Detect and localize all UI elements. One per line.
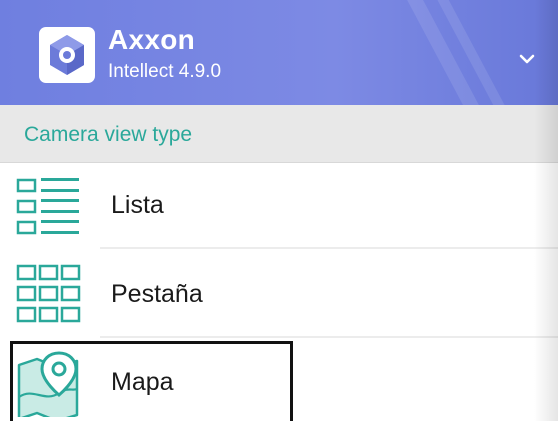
section-header: Camera view type: [0, 105, 558, 163]
row-divider: [100, 247, 558, 249]
view-type-label: Pestaña: [111, 280, 203, 308]
chevron-down-icon[interactable]: [514, 46, 540, 72]
view-type-label: Mapa: [111, 368, 174, 396]
camera-view-type-drawer: Axxon Intellect 4.9.0 Camera view type L…: [0, 0, 558, 421]
view-type-item-pestana[interactable]: Pestaña: [0, 252, 558, 338]
list-icon: [15, 174, 83, 240]
map-pin-icon: [15, 351, 83, 421]
row-divider: [100, 336, 558, 338]
brand-name: Axxon: [108, 24, 196, 55]
section-label: Camera view type: [24, 123, 193, 146]
axxon-logo-icon: [39, 27, 95, 83]
brand-version: Intellect 4.9.0: [108, 61, 222, 82]
view-type-label: Lista: [111, 191, 164, 219]
grid-icon: [15, 263, 83, 329]
view-type-item-lista[interactable]: Lista: [0, 163, 558, 249]
app-header: Axxon Intellect 4.9.0: [0, 0, 558, 105]
view-type-item-mapa[interactable]: Mapa: [0, 340, 558, 421]
